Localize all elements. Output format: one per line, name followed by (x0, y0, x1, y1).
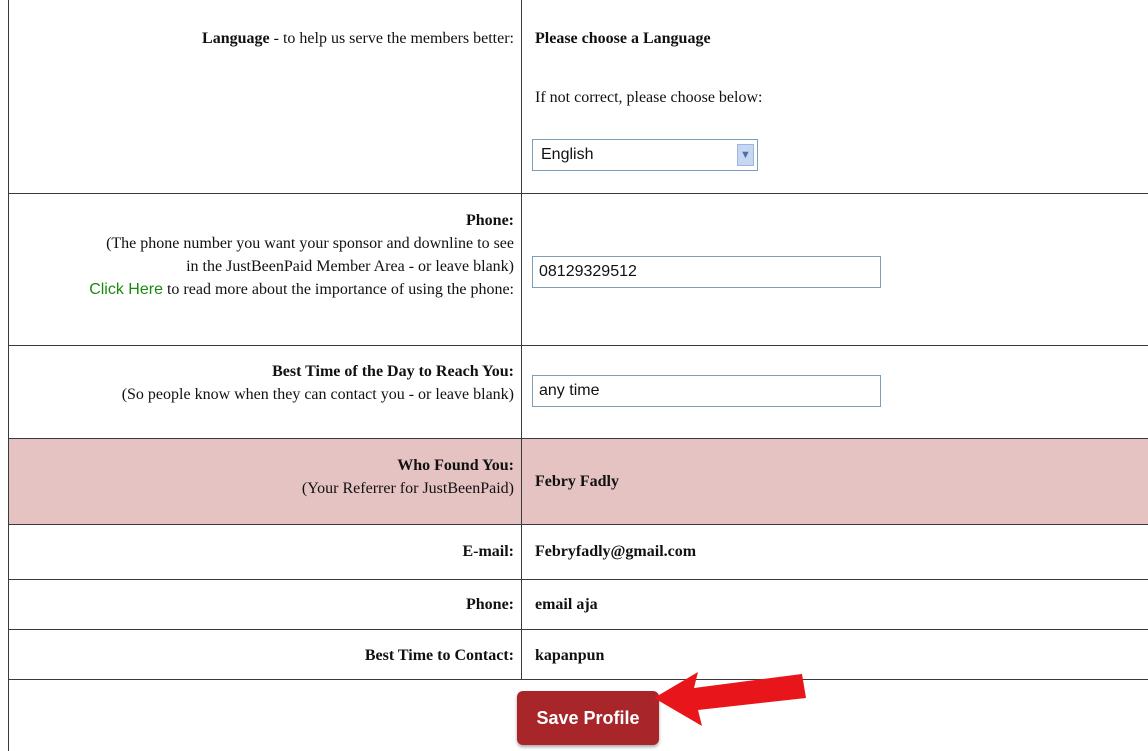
language-select-value: English (541, 146, 594, 163)
phone-label-cell: Phone: (The phone number you want your s… (8, 209, 514, 301)
language-label-cell: Language - to help us serve the members … (8, 27, 514, 50)
arrow-head (654, 672, 806, 726)
language-hint: If not correct, please choose below: (535, 89, 763, 106)
referrer-email-value: Febryfadly@gmail.com (535, 543, 697, 560)
best-time-label-cell: Best Time of the Day to Reach You: (So p… (8, 360, 514, 406)
referrer-email-label: E-mail: (462, 543, 514, 560)
referrer-name: Febry Fadly (535, 473, 619, 490)
phone-link-suffix: to read more about the importance of usi… (162, 281, 514, 298)
phone-label: Phone: (466, 212, 514, 229)
phone-desc-line1: (The phone number you want your sponsor … (106, 235, 514, 252)
row-divider (8, 193, 1148, 194)
red-arrow-annotation (654, 672, 806, 726)
referrer-phone-label: Phone: (466, 596, 514, 613)
referrer-phone-value: email aja (535, 596, 598, 613)
column-divider (521, 0, 522, 679)
phone-input[interactable] (532, 256, 881, 288)
best-time-label: Best Time of the Day to Reach You: (272, 363, 514, 380)
row-divider (8, 345, 1148, 346)
row-divider (8, 524, 1148, 525)
chevron-down-icon[interactable]: ▼ (737, 144, 754, 166)
row-divider (8, 629, 1148, 630)
referrer-label: Who Found You: (397, 457, 514, 474)
row-divider (8, 679, 1148, 680)
referrer-desc: (Your Referrer for JustBeenPaid) (301, 480, 514, 497)
row-divider (8, 438, 1148, 439)
best-time-desc: (So people know when they can contact yo… (121, 386, 514, 403)
referrer-best-time-label: Best Time to Contact: (364, 647, 514, 664)
referrer-label-cell: Who Found You: (Your Referrer for JustBe… (8, 454, 514, 500)
best-time-input[interactable] (532, 375, 881, 407)
language-heading: Please choose a Language (535, 30, 711, 47)
language-label-suffix: - to help us serve the members better: (269, 30, 514, 47)
click-here-link[interactable]: Click Here (89, 281, 163, 298)
language-select[interactable]: English ▼ (532, 139, 758, 171)
row-divider (8, 579, 1148, 580)
language-label: Language (202, 30, 270, 47)
phone-desc-line2: in the JustBeenPaid Member Area - or lea… (186, 258, 514, 275)
save-profile-button[interactable]: Save Profile (517, 691, 659, 745)
referrer-best-time-value: kapanpun (535, 647, 605, 664)
profile-form-table: Language - to help us serve the members … (8, 0, 1148, 751)
